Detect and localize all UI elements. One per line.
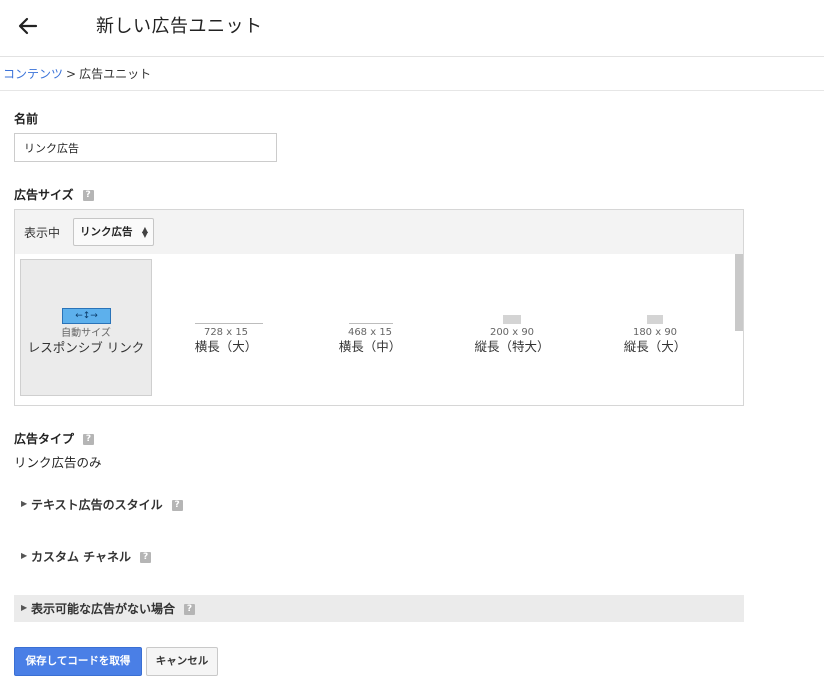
custom-channel-expander[interactable]: ▶ カスタム チャネル?	[14, 543, 744, 570]
breadcrumb-separator: >	[66, 67, 77, 81]
ad-size-heading: 広告サイズ?	[14, 186, 94, 203]
back-button[interactable]	[14, 12, 42, 40]
save-and-get-code-button[interactable]: 保存してコードを取得	[14, 647, 142, 676]
size-preview-graphic	[195, 323, 263, 324]
size-option-name: レスポンシブ リンク	[27, 340, 145, 355]
size-option-name: 縦長（大）	[623, 339, 687, 354]
no-ads-fallback-heading: 表示可能な広告がない場合?	[31, 600, 196, 617]
help-icon[interactable]: ?	[140, 552, 152, 563]
breadcrumb-current: 広告ユニット	[79, 67, 152, 81]
size-option-468x15[interactable]: 468 x 15 横長（中）	[304, 259, 436, 396]
size-option-200x90[interactable]: 200 x 90 縦長（特大）	[446, 259, 578, 396]
size-option-dims: 自動サイズ	[61, 328, 111, 339]
size-option-dims: 728 x 15	[203, 327, 249, 338]
ad-type-value: リンク広告のみ	[14, 455, 102, 470]
top-bar: 新しい広告ユニット	[0, 0, 824, 57]
no-ads-fallback-expander[interactable]: ▶ 表示可能な広告がない場合?	[14, 595, 744, 622]
vertical-scrollbar[interactable]	[734, 254, 743, 405]
ad-type-label: 広告タイプ	[14, 432, 75, 446]
responsive-size-graphic: ←↕→	[62, 308, 111, 324]
cancel-button[interactable]: キャンセル	[146, 647, 218, 676]
size-option-responsive[interactable]: ←↕→ 自動サイズ レスポンシブ リンク	[20, 259, 152, 396]
expand-triangle-icon: ▶	[21, 499, 28, 508]
size-preview-graphic	[503, 315, 521, 324]
expand-triangle-icon: ▶	[21, 603, 28, 612]
showing-label: 表示中	[24, 226, 61, 240]
custom-channel-heading: カスタム チャネル?	[31, 548, 152, 565]
size-option-name: 横長（大）	[194, 339, 258, 354]
ad-type-heading: 広告タイプ?	[14, 430, 95, 447]
text-ad-style-expander[interactable]: ▶ テキスト広告のスタイル?	[14, 491, 744, 518]
divider	[0, 90, 824, 91]
expand-triangle-icon: ▶	[21, 551, 28, 560]
name-input[interactable]	[14, 133, 277, 162]
size-option-180x90[interactable]: 180 x 90 縦長（大）	[589, 259, 721, 396]
page-title: 新しい広告ユニット	[96, 16, 263, 37]
ad-format-select-value: リンク広告	[80, 226, 133, 238]
size-option-name: 縦長（特大）	[474, 339, 550, 354]
size-preview-graphic	[647, 315, 663, 324]
breadcrumb-content-link[interactable]: コンテンツ	[3, 67, 63, 81]
ad-size-panel: 表示中 リンク広告 ▲ ▼ ←↕→ 自動サイズ レスポンシブ リンク 728 x …	[14, 209, 744, 406]
text-ad-style-label: テキスト広告のスタイル	[31, 498, 163, 512]
arrow-left-icon	[18, 17, 38, 35]
select-caret-icon: ▲ ▼	[141, 225, 148, 239]
custom-channel-label: カスタム チャネル	[31, 550, 132, 564]
breadcrumb: コンテンツ > 広告ユニット	[3, 65, 151, 82]
ad-size-label: 広告サイズ	[14, 188, 74, 202]
name-label: 名前	[14, 112, 39, 126]
size-option-dims: 200 x 90	[489, 327, 535, 338]
no-ads-fallback-label: 表示可能な広告がない場合	[31, 602, 176, 616]
size-options-area: ←↕→ 自動サイズ レスポンシブ リンク 728 x 15 横長（大） 468 …	[15, 254, 743, 405]
help-icon[interactable]: ?	[184, 604, 196, 615]
size-option-728x15[interactable]: 728 x 15 横長（大）	[160, 259, 292, 396]
size-option-dims: 468 x 15	[347, 327, 393, 338]
size-option-dims: 180 x 90	[632, 327, 678, 338]
text-ad-style-heading: テキスト広告のスタイル?	[31, 496, 183, 513]
scrollbar-thumb[interactable]	[735, 254, 743, 331]
help-icon[interactable]: ?	[82, 190, 94, 201]
help-icon[interactable]: ?	[83, 434, 95, 445]
size-option-name: 横長（中）	[338, 339, 402, 354]
ad-format-select[interactable]: リンク広告 ▲ ▼	[73, 218, 154, 246]
size-preview-graphic	[349, 323, 393, 324]
help-icon[interactable]: ?	[171, 500, 183, 511]
